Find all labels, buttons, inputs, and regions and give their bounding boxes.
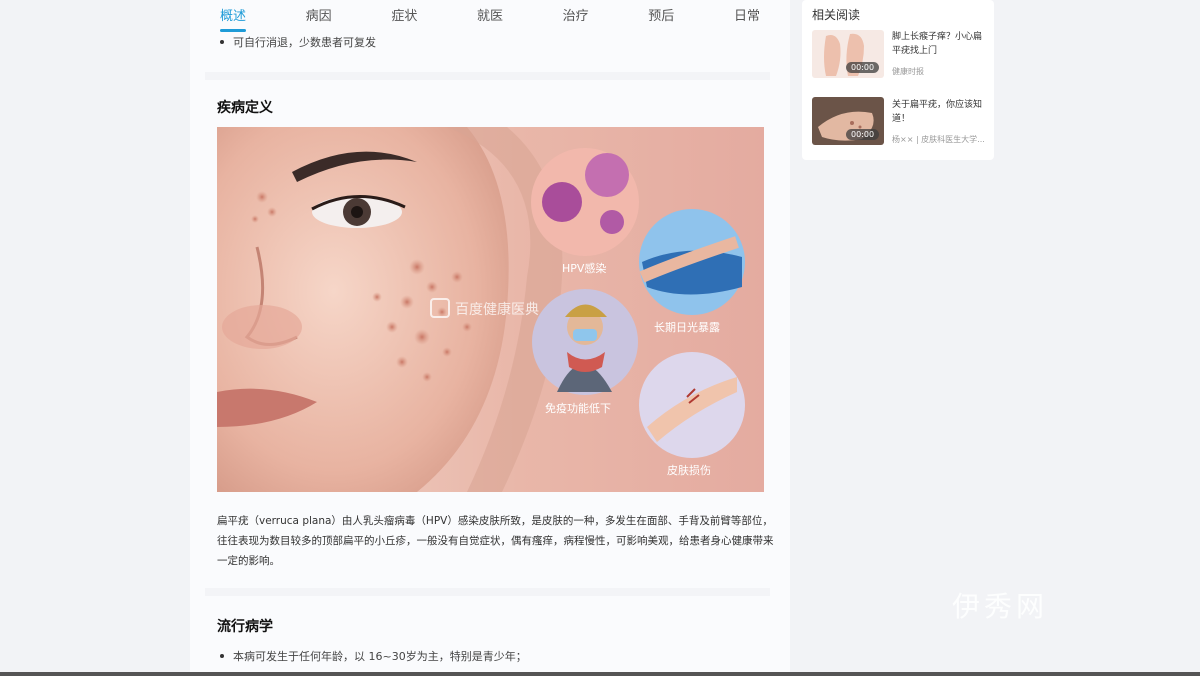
section-divider [205,588,770,596]
tab-cause[interactable]: 病因 [306,5,332,28]
label-immune: 免疫功能低下 [545,401,611,415]
video-duration: 00:00 [846,129,880,140]
disease-illustration: HPV感染 长期日光暴露 免疫功能低下 皮肤损伤 百度健康医典 [217,127,764,492]
tab-overview[interactable]: 概述 [220,5,247,32]
definition-paragraph: 扁平疣（verruca plana）由人乳头瘤病毒（HPV）感染皮肤所致，是皮肤… [217,515,774,567]
tab-visit-doctor[interactable]: 就医 [477,5,503,28]
skin-injury-circle [639,352,745,458]
svg-text:百度健康医典: 百度健康医典 [455,301,539,318]
sun-circle [639,209,745,315]
pupil [351,206,363,218]
related-video-thumb[interactable]: 00:00 [812,97,884,145]
related-item-title[interactable]: 脚上长瘊子痒？小心扁平疣找上门 [892,30,987,58]
label-sun: 长期日光暴露 [654,320,720,334]
related-item-title[interactable]: 关于扁平疣，你应该知道！ [892,98,987,126]
related-video-thumb[interactable]: 00:00 [812,30,884,78]
tab-prognosis[interactable]: 预后 [648,5,674,28]
video-duration: 00:00 [846,62,880,73]
bottom-edge-bar [0,672,1200,676]
related-item-source: 健康时报 [892,67,924,76]
epidemiology-bullet: 本病可发生于任何年龄，以 16~30岁为主，特别是青少年； [220,648,527,664]
nose-tip [222,305,302,349]
illustration-svg: HPV感染 长期日光暴露 免疫功能低下 皮肤损伤 百度健康医典 [217,127,745,492]
hpv-circle [531,148,639,256]
label-hpv: HPV感染 [562,261,606,275]
overview-bullet: 可自行消退，少数患者可复发 [220,34,376,50]
tab-treatment[interactable]: 治疗 [563,5,589,28]
related-item-source: 杨×× | 皮肤科医生大学... [892,135,985,144]
section-title-definition: 疾病定义 [217,100,273,116]
tab-daily[interactable]: 日常 [734,5,760,28]
section-tabs: 概述 病因 症状 就医 治疗 预后 日常 [208,0,768,32]
immune-circle [532,289,638,395]
related-reading-title: 相关阅读 [812,8,861,22]
section-title-epidemiology: 流行病学 [217,619,273,635]
section-divider [205,72,770,80]
label-skin: 皮肤损伤 [667,463,711,477]
page-watermark: 伊秀网 [952,590,1049,623]
tab-symptoms[interactable]: 症状 [391,5,417,28]
